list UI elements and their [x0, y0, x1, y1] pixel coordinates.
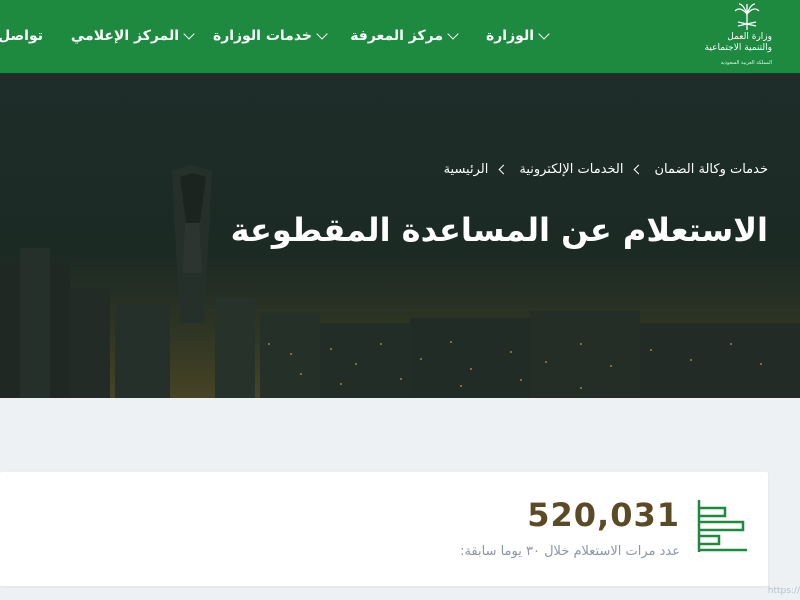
nav-item-label: الوزارة — [485, 28, 534, 44]
stats-chart-icon — [697, 500, 747, 552]
breadcrumb-current[interactable]: خدمات وكالة الضمان — [654, 162, 768, 177]
logo-subtitle: المملكة العربية السعودية — [720, 60, 772, 66]
chevron-down-icon — [183, 28, 195, 40]
page-title: الاستعلام عن المساعدة المقطوعة — [230, 211, 768, 249]
chevron-left-icon — [498, 164, 509, 174]
inquiry-count-label: عدد مرات الاستعلام خلال ٣٠ يوما سابقة: — [460, 544, 680, 559]
breadcrumb: الرئيسية الخدمات الإلكترونية خدمات وكالة… — [444, 160, 768, 178]
nav-item-label: تواصل — [0, 28, 43, 44]
logo-text: وزارة العمل والتنمية الاجتماعية — [704, 32, 772, 53]
chevron-left-icon — [634, 164, 644, 174]
palm-swords-emblem-icon — [734, 3, 760, 30]
chevron-down-icon — [316, 28, 328, 40]
site-header: وزارة العمل والتنمية الاجتماعية المملكة … — [0, 0, 800, 73]
chevron-down-icon — [447, 28, 459, 40]
footer-url-fragment: https:// — [767, 586, 800, 596]
nav-item-media-center[interactable]: المركز الإعلامي — [70, 26, 195, 46]
inquiry-stats-card: 520,031 عدد مرات الاستعلام خلال ٣٠ يوما … — [0, 472, 768, 586]
nav-item-label: مركز المعرفة — [350, 28, 443, 44]
breadcrumb-eservices-link[interactable]: الخدمات الإلكترونية — [519, 162, 623, 177]
hero-banner: الرئيسية الخدمات الإلكترونية خدمات وكالة… — [0, 73, 800, 398]
nav-item-label: المركز الإعلامي — [70, 28, 179, 44]
nav-item-ministry[interactable]: الوزارة — [485, 26, 550, 46]
breadcrumb-home-link[interactable]: الرئيسية — [444, 162, 489, 177]
ministry-logo[interactable]: وزارة العمل والتنمية الاجتماعية المملكة … — [684, 2, 772, 70]
nav-item-label: خدمات الوزارة — [212, 28, 312, 44]
chevron-down-icon — [538, 28, 550, 40]
nav-item-contact[interactable]: تواصل — [0, 26, 43, 46]
nav-item-ministry-services[interactable]: خدمات الوزارة — [212, 26, 328, 46]
nav-item-knowledge-center[interactable]: مركز المعرفة — [350, 26, 459, 46]
inquiry-count-value: 520,031 — [527, 496, 680, 534]
